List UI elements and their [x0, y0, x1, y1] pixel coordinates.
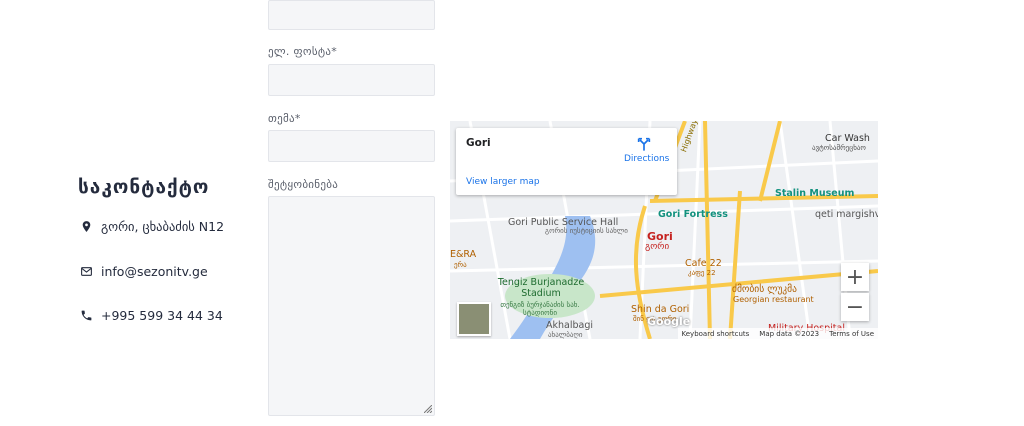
map-label-qeti: qeti margishvi: [815, 209, 878, 220]
map-label-car-wash-ka: ავტოსამრეცხაო: [812, 144, 866, 152]
map-label-era: E&RA: [450, 249, 477, 260]
map-label-akhalbagi-ka: ახალბაღი: [548, 331, 583, 339]
email-label: ელ. ფოსტა*: [268, 45, 338, 58]
google-logo: Google: [647, 315, 691, 328]
map-label-era-ka: ერა: [454, 261, 467, 269]
subject-field[interactable]: [268, 130, 435, 162]
keyboard-shortcuts-link[interactable]: Keyboard shortcuts: [682, 330, 750, 338]
map-label-gori-fortress: Gori Fortress: [658, 209, 728, 220]
map-label-akhalbagi: Akhalbagi: [546, 320, 594, 331]
map-label-cafe22-ka: კაფე 22: [688, 269, 716, 277]
resize-handle-icon[interactable]: [424, 405, 432, 413]
map-label-car-wash: Car Wash: [825, 133, 870, 144]
directions-icon[interactable]: [636, 136, 652, 152]
map-label-stadium-ka: თენგიზ ბურჯანაძის სახ. სტადიონი: [500, 301, 580, 317]
message-label: შეტყობინება: [268, 178, 339, 191]
map-label-stadium: Tengiz Burjanadze Stadium: [497, 277, 585, 299]
envelope-icon: [81, 267, 92, 276]
view-larger-map-link[interactable]: View larger map: [466, 177, 540, 187]
email-row[interactable]: info@sezonitv.ge: [80, 264, 208, 279]
contact-title: საკონტაქტო: [78, 176, 210, 198]
phone-row[interactable]: +995 599 34 44 34: [80, 308, 223, 323]
map-data-text: Map data ©2023: [759, 329, 820, 338]
subject-label: თემა*: [268, 112, 301, 125]
zoom-out-button[interactable]: −: [841, 293, 869, 321]
location-pin-icon: [82, 221, 91, 232]
terms-link[interactable]: Terms of Use: [829, 330, 874, 338]
map-label-shin-da-gori: Shin da Gori: [631, 304, 690, 315]
address-row: გორი, ცხაბაძის N12: [80, 219, 224, 234]
phone-icon: [81, 310, 92, 321]
zoom-in-button[interactable]: +: [841, 263, 869, 291]
address-text: გორი, ცხაბაძის N12: [101, 219, 225, 234]
directions-link[interactable]: Directions: [624, 154, 669, 164]
message-textarea[interactable]: [268, 196, 435, 416]
map-footer: Keyboard shortcuts Map data ©2023 Terms …: [677, 328, 878, 339]
map-place-name: Gori: [466, 137, 491, 149]
satellite-toggle[interactable]: [457, 302, 491, 336]
map-info-card: Gori Directions View larger map: [456, 128, 677, 195]
map-label-georgian-restaurant: Georgian restaurant: [733, 295, 814, 304]
email-field[interactable]: [268, 64, 435, 96]
map-label-georgian-restaurant-ka: ძმობის ლუკმა: [732, 284, 797, 295]
embedded-map[interactable]: Car Wash ავტოსამრეცხაო Stalin Museum Gor…: [450, 121, 878, 339]
map-label-gori-ka: გორი: [645, 242, 670, 252]
map-label-stalin-museum: Stalin Museum: [775, 188, 855, 199]
map-label-public-service-hall-ka: გორის იუსტიციის სახლი: [545, 227, 628, 235]
map-label-cafe22: Cafe 22: [685, 258, 722, 269]
phone-text[interactable]: +995 599 34 44 34: [101, 308, 223, 323]
name-field[interactable]: [268, 0, 435, 30]
email-text[interactable]: info@sezonitv.ge: [101, 264, 208, 279]
